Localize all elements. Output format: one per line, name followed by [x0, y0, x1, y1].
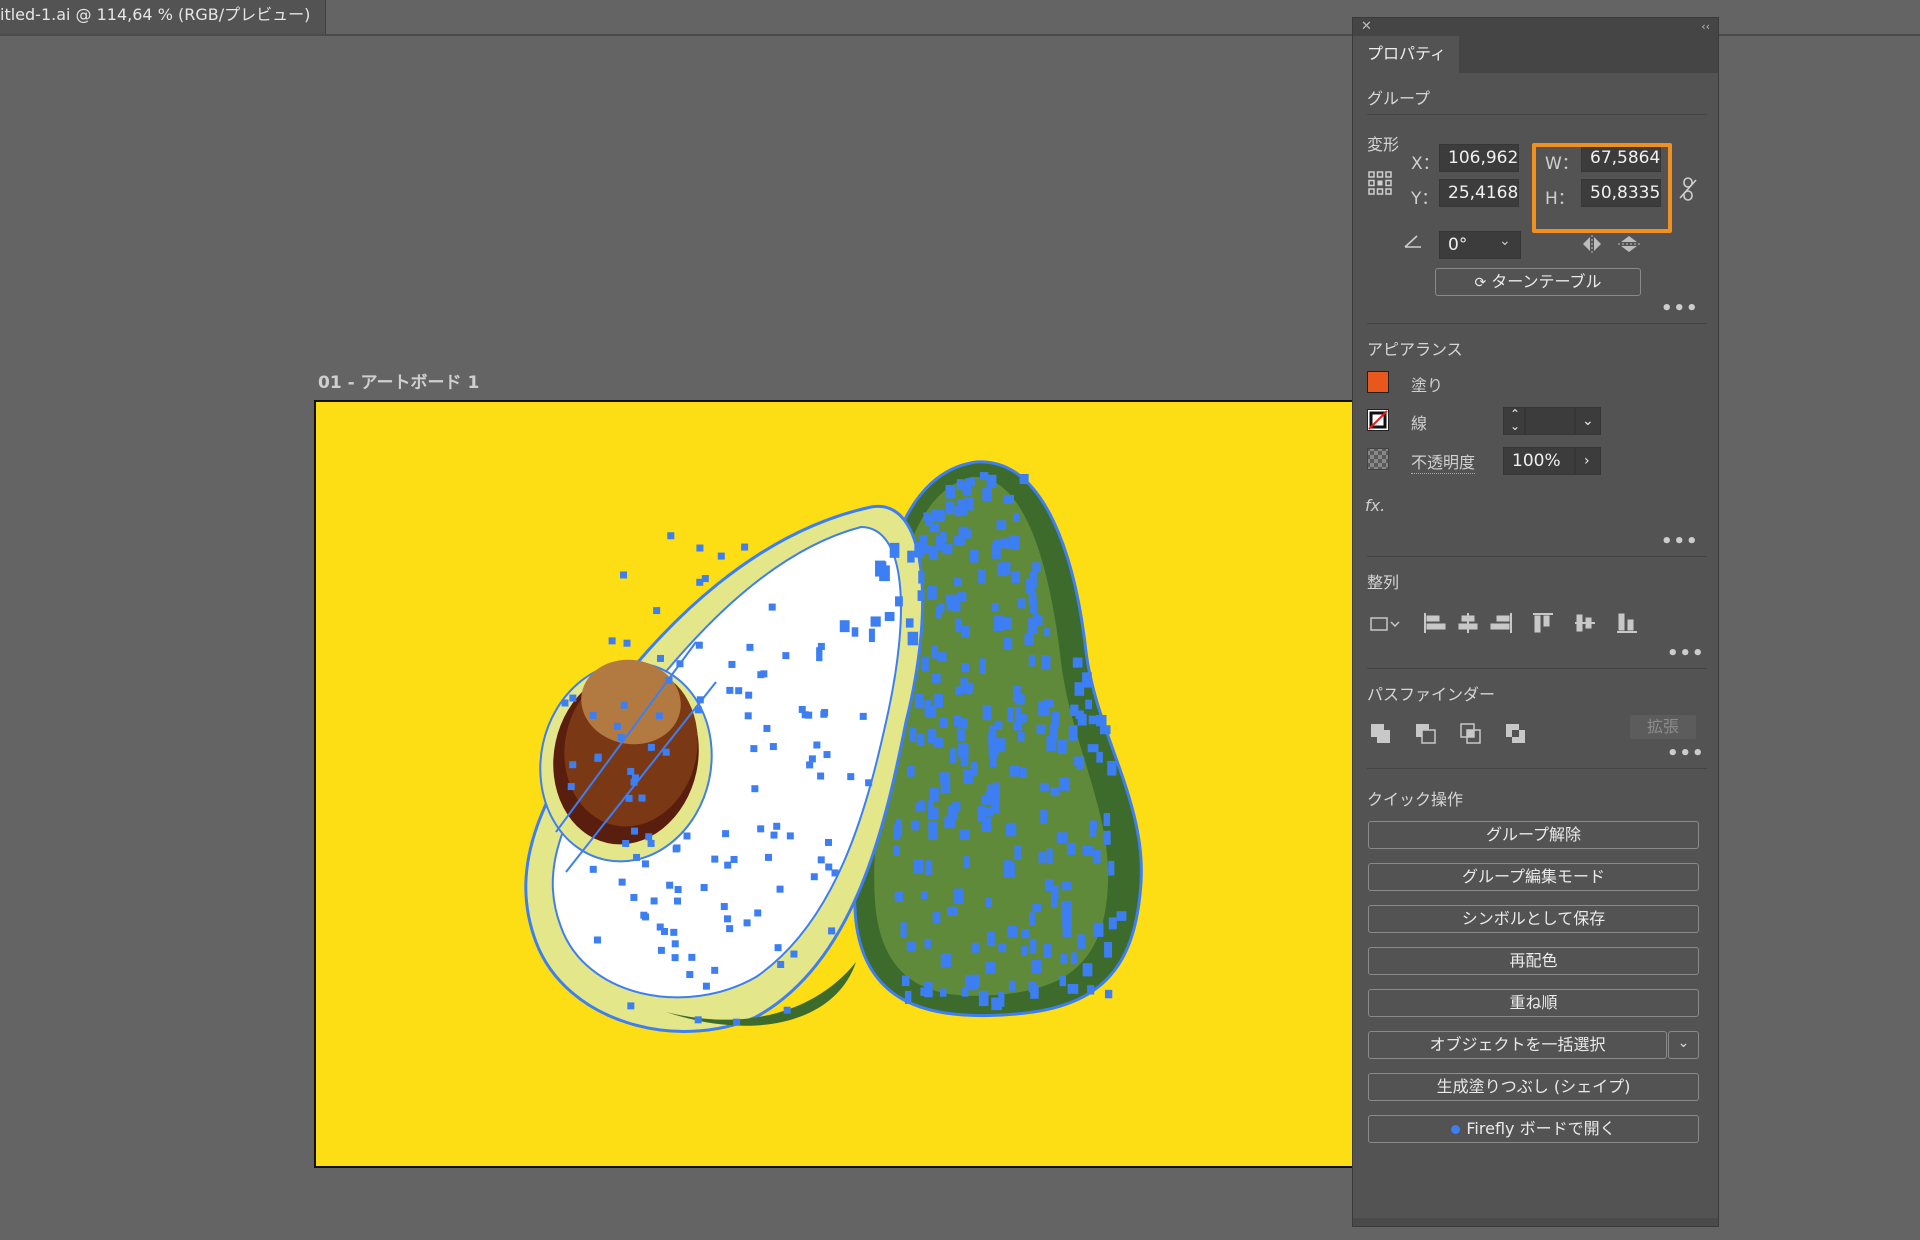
pathfinder-toolbar: [1367, 721, 1567, 747]
divider: [1367, 556, 1707, 557]
flip-vertical-icon[interactable]: [1618, 235, 1640, 253]
align-toolbar: [1367, 610, 1717, 636]
quick-actions-title: クイック操作: [1367, 790, 1464, 809]
opacity-value: 100%: [1512, 451, 1561, 471]
chevron-down-icon[interactable]: ⌄: [1575, 407, 1601, 435]
align-hcenter-icon: [1458, 613, 1478, 633]
exclude-icon: [1506, 724, 1525, 743]
pathfinder-title: パスファインダー: [1367, 685, 1496, 704]
transform-title: 変形: [1367, 135, 1400, 154]
x-label: X：: [1411, 154, 1440, 174]
stroke-swatch[interactable]: [1367, 409, 1389, 431]
artboard-label: 01 - アートボード 1: [318, 373, 480, 393]
minus-front-icon: [1416, 724, 1436, 744]
stroke-label[interactable]: 線: [1411, 410, 1427, 434]
more-options-icon[interactable]: •••: [1667, 643, 1705, 664]
arrange-button[interactable]: 重ね順: [1368, 989, 1699, 1017]
panel-tabbar: プロパティ: [1353, 36, 1718, 73]
artboard[interactable]: [314, 400, 1354, 1168]
align-vcenter-icon: [1575, 614, 1595, 632]
divider: [1367, 768, 1707, 769]
turntable-label: ターンテーブル: [1491, 272, 1602, 291]
tab-properties[interactable]: プロパティ: [1353, 36, 1459, 73]
chevron-down-icon[interactable]: ⌄: [1499, 233, 1511, 249]
save-as-symbol-button[interactable]: シンボルとして保存: [1368, 905, 1699, 933]
more-options-icon[interactable]: •••: [1661, 298, 1699, 319]
align-bottom-icon: [1617, 613, 1637, 633]
select-same-button[interactable]: オブジェクトを一括選択: [1368, 1031, 1667, 1059]
y-field[interactable]: 25,4168: [1439, 179, 1519, 207]
expand-button[interactable]: 拡張: [1630, 715, 1696, 739]
x-field[interactable]: 106,962: [1439, 144, 1519, 172]
turntable-button[interactable]: ⟳ ターンテーブル: [1435, 268, 1641, 296]
divider: [1367, 323, 1707, 324]
align-right-icon: [1490, 613, 1512, 633]
generative-fill-button[interactable]: 生成塗りつぶし (シェイプ): [1368, 1073, 1699, 1101]
unite-icon: [1371, 724, 1390, 743]
group-edit-mode-button[interactable]: グループ編集モード: [1368, 863, 1699, 891]
stroke-weight-stepper[interactable]: ⌃ ⌄: [1503, 407, 1525, 435]
avocado-illustration[interactable]: [316, 402, 1354, 1168]
firefly-dot-icon: [1451, 1125, 1461, 1134]
align-to-icon: [1370, 617, 1400, 631]
panel-titlebar: ✕ ‹‹: [1353, 18, 1718, 36]
divider: [1367, 114, 1707, 115]
firefly-boards-button[interactable]: Firefly ボードで開く: [1368, 1115, 1699, 1143]
recolor-button[interactable]: 再配色: [1368, 947, 1699, 975]
constrain-proportions-icon[interactable]: [1677, 176, 1699, 202]
angle-icon: [1403, 233, 1423, 249]
fill-swatch[interactable]: [1367, 371, 1389, 393]
opacity-checker-icon: [1367, 448, 1389, 470]
fill-label[interactable]: 塗り: [1411, 372, 1443, 396]
opacity-field[interactable]: 100%: [1503, 447, 1575, 475]
close-icon[interactable]: ✕: [1361, 18, 1372, 36]
more-options-icon[interactable]: •••: [1667, 743, 1705, 764]
fx-effects-button[interactable]: fx.: [1365, 496, 1385, 515]
opacity-label[interactable]: 不透明度: [1411, 449, 1476, 474]
align-top-icon: [1533, 613, 1553, 633]
stepper-arrows-icon: ⌃ ⌄: [1509, 407, 1521, 433]
turntable-icon: ⟳: [1474, 275, 1487, 291]
firefly-boards-label: Firefly ボードで開く: [1466, 1119, 1616, 1138]
flip-horizontal-icon[interactable]: [1581, 235, 1603, 253]
align-title: 整列: [1367, 573, 1400, 592]
more-options-icon[interactable]: •••: [1661, 531, 1699, 552]
stroke-weight-field[interactable]: [1525, 407, 1575, 435]
angle-value: 0°: [1448, 235, 1468, 255]
intersect-icon: [1460, 723, 1481, 744]
selection-type: グループ: [1367, 89, 1431, 108]
document-title: itled-1.ai @ 114,64 % (RGB/プレビュー): [0, 5, 311, 24]
chevron-right-icon[interactable]: ›: [1575, 447, 1601, 475]
wh-highlight-frame: [1532, 143, 1672, 233]
reference-point-icon[interactable]: [1367, 170, 1393, 196]
y-label: Y：: [1411, 189, 1439, 209]
appearance-title: アピアランス: [1367, 340, 1463, 359]
chevron-down-icon[interactable]: ⌄: [1668, 1031, 1699, 1059]
align-left-icon: [1424, 613, 1446, 633]
divider: [1367, 668, 1707, 669]
ungroup-button[interactable]: グループ解除: [1368, 821, 1699, 849]
double-chevron-icon[interactable]: ‹‹: [1701, 18, 1710, 36]
document-tab[interactable]: itled-1.ai @ 114,64 % (RGB/プレビュー): [0, 0, 326, 34]
panel-resize-handle[interactable]: [1353, 1218, 1718, 1226]
